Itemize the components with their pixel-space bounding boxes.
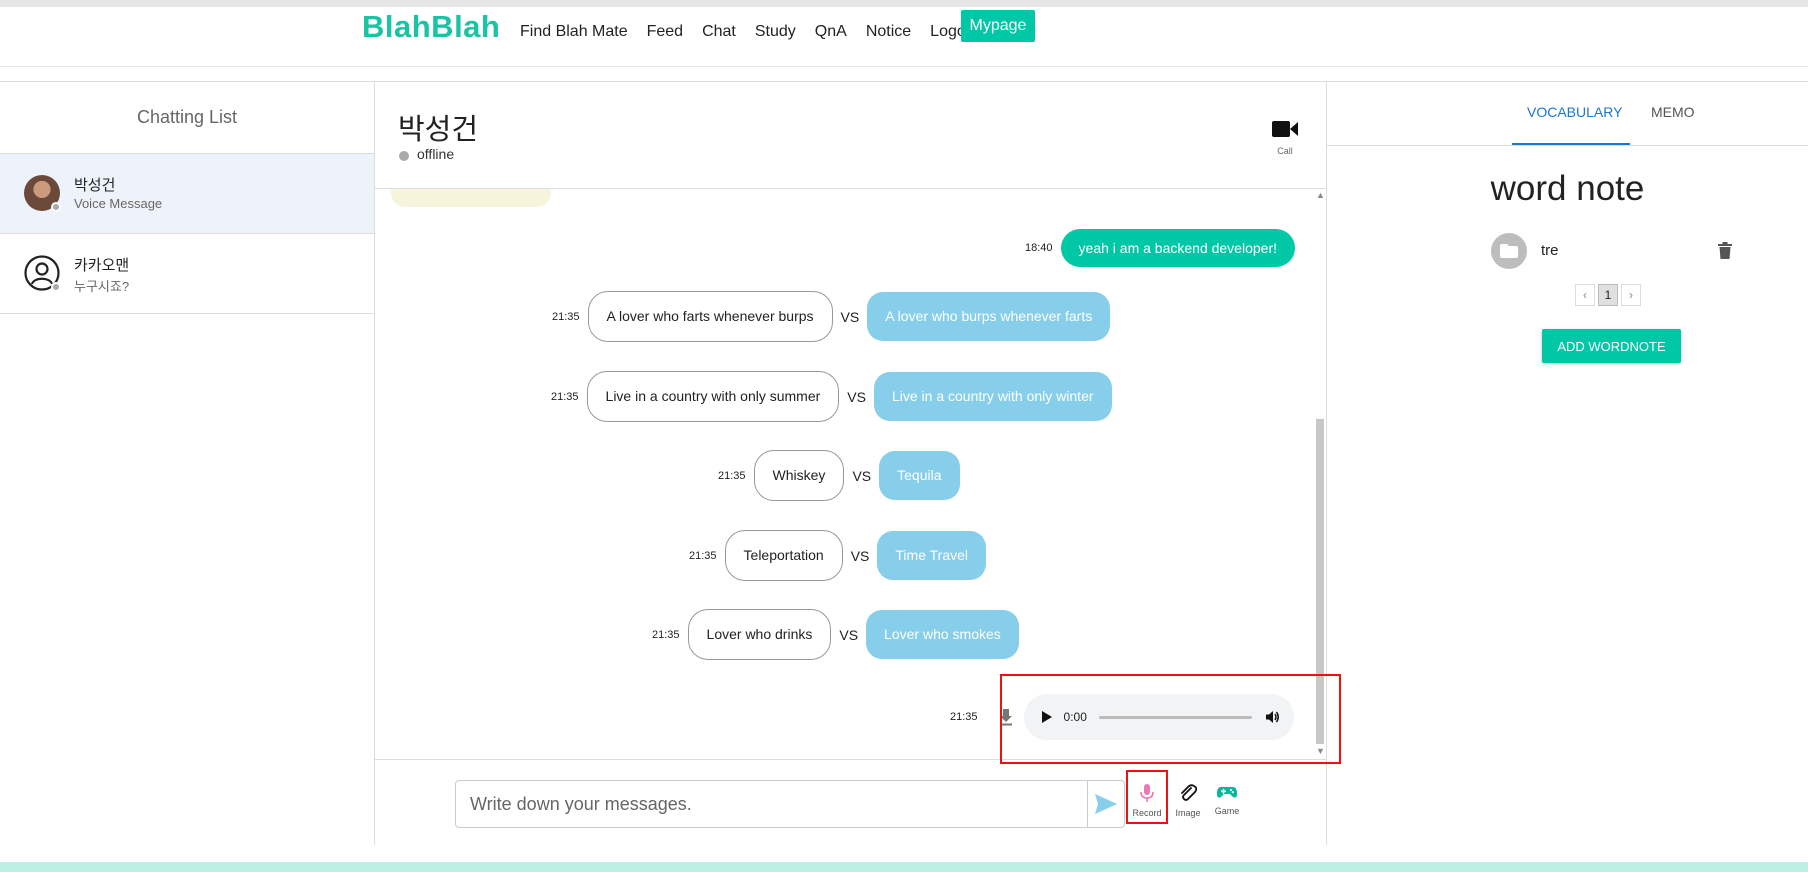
message-time: 21:35 bbox=[551, 390, 579, 403]
active-tab-indicator bbox=[1512, 143, 1630, 145]
send-icon bbox=[1094, 794, 1117, 814]
chat-list-panel: Chatting List 박성건 Voice Message 카카오맨 누구시… bbox=[0, 81, 375, 845]
vs-option-right[interactable]: Time Travel bbox=[877, 531, 986, 580]
vs-option-left[interactable]: Lover who drinks bbox=[687, 609, 832, 660]
chat-list-item[interactable]: 카카오맨 누구시죠? bbox=[0, 234, 374, 314]
vs-game-message: 21:35 Live in a country with only summer… bbox=[551, 371, 1112, 422]
offline-status-dot bbox=[51, 282, 61, 292]
vs-label: VS bbox=[847, 388, 866, 405]
nav-qna[interactable]: QnA bbox=[815, 17, 847, 47]
word-note-title: word note bbox=[1490, 169, 1645, 208]
tab-memo[interactable]: MEMO bbox=[1651, 104, 1695, 120]
game-label: Game bbox=[1214, 806, 1240, 816]
vs-label: VS bbox=[850, 547, 870, 564]
current-page[interactable]: 1 bbox=[1598, 284, 1618, 306]
word-note-item-name[interactable]: tre bbox=[1541, 242, 1559, 259]
vs-option-right[interactable]: Tequila bbox=[879, 451, 960, 500]
offline-status-dot bbox=[51, 202, 61, 212]
trash-icon[interactable] bbox=[1718, 242, 1732, 259]
chat-list-title: Chatting List bbox=[0, 82, 374, 154]
video-camera-icon bbox=[1272, 121, 1298, 137]
my-message: 18:40 yeah i am a backend developer! bbox=[1025, 229, 1295, 267]
message-time: 18:40 bbox=[1025, 242, 1053, 254]
message-time: 21:35 bbox=[950, 711, 978, 723]
chat-partner-name: 박성건 bbox=[398, 114, 479, 146]
tab-vocabulary[interactable]: VOCABULARY bbox=[1527, 104, 1622, 120]
vs-label: VS bbox=[839, 626, 859, 643]
paperclip-icon bbox=[1181, 784, 1198, 801]
vs-option-right[interactable]: Live in a country with only winter bbox=[873, 372, 1112, 421]
chat-item-name: 카카오맨 bbox=[74, 257, 130, 274]
nav-study[interactable]: Study bbox=[755, 17, 796, 47]
top-navbar: BlahBlah Find Blah Mate Feed Chat Study … bbox=[0, 7, 1808, 67]
message-time: 21:35 bbox=[689, 549, 717, 562]
scroll-up-arrow[interactable]: ▲ bbox=[1316, 190, 1325, 200]
vs-option-right[interactable]: Lover who smokes bbox=[866, 610, 1019, 659]
game-button[interactable]: Game bbox=[1209, 784, 1245, 816]
send-button[interactable] bbox=[1087, 780, 1123, 828]
message-time: 21:35 bbox=[652, 628, 680, 641]
vs-option-left[interactable]: Live in a country with only summer bbox=[586, 371, 840, 422]
prev-page-button[interactable]: ‹ bbox=[1575, 284, 1595, 306]
chat-item-name: 박성건 bbox=[74, 177, 116, 194]
browser-top-strip bbox=[0, 0, 1808, 7]
vs-game-message: 21:35 Teleportation VS Time Travel bbox=[689, 530, 986, 581]
nav-feed[interactable]: Feed bbox=[647, 17, 683, 47]
logo[interactable]: BlahBlah bbox=[362, 9, 500, 45]
partner-message-bubble bbox=[391, 189, 551, 207]
image-attach-button[interactable]: Image bbox=[1170, 784, 1206, 818]
vs-label: VS bbox=[840, 308, 860, 325]
chat-item-preview: 누구시죠? bbox=[74, 279, 130, 294]
image-label: Image bbox=[1175, 808, 1201, 818]
next-page-button[interactable]: › bbox=[1621, 284, 1641, 306]
chat-item-preview: Voice Message bbox=[74, 196, 163, 211]
message-composer: Write down your messages. Record Image G… bbox=[375, 759, 1327, 846]
pagination: ‹ 1 › bbox=[1575, 284, 1641, 306]
mypage-button[interactable]: Mypage bbox=[961, 10, 1035, 42]
vs-option-left[interactable]: Teleportation bbox=[724, 530, 843, 581]
vs-game-message: 21:35 Lover who drinks VS Lover who smok… bbox=[652, 609, 1019, 660]
gamepad-icon bbox=[1217, 787, 1237, 798]
vs-option-left[interactable]: Whiskey bbox=[753, 450, 845, 501]
vs-option-left[interactable]: A lover who farts whenever burps bbox=[587, 291, 833, 342]
call-label: Call bbox=[1277, 146, 1293, 156]
nav-links: Find Blah Mate Feed Chat Study QnA Notic… bbox=[520, 17, 998, 47]
word-note-panel: VOCABULARY MEMO word note tre ‹ 1 › ADD … bbox=[1327, 81, 1808, 845]
vs-option-right[interactable]: A lover who burps whenever farts bbox=[867, 292, 1111, 341]
chat-partner-status: offline bbox=[417, 146, 455, 162]
vs-label: VS bbox=[852, 467, 872, 484]
add-wordnote-button[interactable]: ADD WORDNOTE bbox=[1542, 329, 1681, 363]
message-time: 21:35 bbox=[718, 469, 746, 482]
right-tabs: VOCABULARY MEMO bbox=[1327, 82, 1808, 146]
vs-game-message: 21:35 A lover who farts whenever burps V… bbox=[552, 291, 1111, 342]
highlight-box-record bbox=[1126, 770, 1168, 824]
status-dot bbox=[399, 151, 409, 161]
message-time: 21:35 bbox=[552, 310, 580, 323]
message-input[interactable]: Write down your messages. bbox=[455, 780, 1125, 828]
chat-list-item[interactable]: 박성건 Voice Message bbox=[0, 154, 374, 234]
vs-game-message: 21:35 Whiskey VS Tequila bbox=[718, 450, 960, 501]
my-message-bubble: yeah i am a backend developer! bbox=[1060, 229, 1295, 267]
nav-chat[interactable]: Chat bbox=[702, 17, 736, 47]
highlight-box-audio bbox=[1000, 674, 1341, 764]
footer-strip bbox=[0, 862, 1808, 872]
nav-notice[interactable]: Notice bbox=[866, 17, 911, 47]
chat-header: 박성건 offline Call bbox=[375, 82, 1326, 189]
folder-icon[interactable] bbox=[1491, 233, 1527, 269]
nav-find-blah-mate[interactable]: Find Blah Mate bbox=[520, 17, 628, 47]
video-call-button[interactable]: Call bbox=[1268, 120, 1302, 156]
